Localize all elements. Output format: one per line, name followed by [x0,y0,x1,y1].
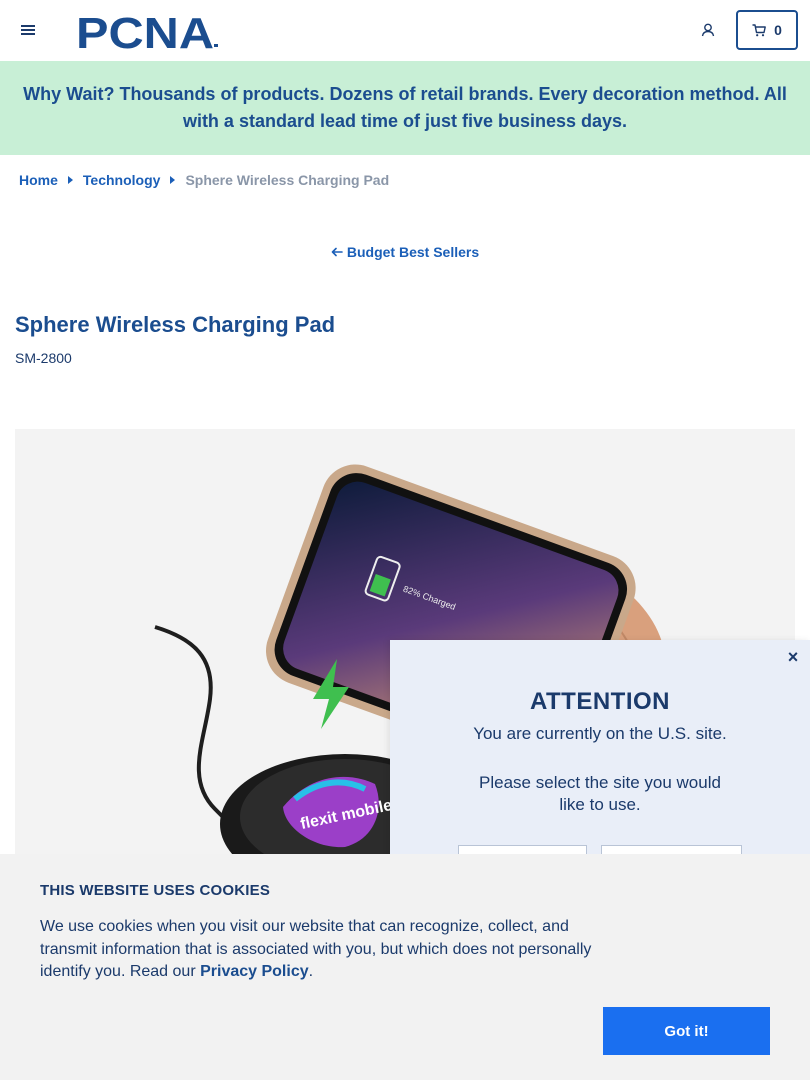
user-icon [701,23,715,37]
back-link-label: Budget Best Sellers [346,244,480,260]
cookie-text-body: We use cookies when you visit our websit… [40,918,592,980]
site-header: PCNA 0 [0,0,810,61]
modal-message: You are currently on the U.S. site. [473,724,727,743]
cookie-text-end: . [308,963,314,980]
back-link-container: Budget Best Sellers [0,244,810,260]
arrow-left-icon [331,247,343,257]
modal-prompt: Please select the site you would like to… [479,773,721,814]
account-button[interactable] [696,18,720,42]
close-icon[interactable]: × [786,648,800,666]
cookie-heading: THIS WEBSITE USES COOKIES [40,882,271,899]
privacy-policy-link[interactable]: Privacy Policy [200,963,309,980]
cart-count: 0 [774,22,782,38]
promo-banner: Why Wait? Thousands of products. Dozens … [0,61,810,155]
breadcrumb-caret-icon [170,176,176,184]
back-link[interactable]: Budget Best Sellers [331,244,479,260]
product-title: Sphere Wireless Charging Pad [15,312,336,337]
got-it-button[interactable]: Got it! [603,1007,770,1055]
cookie-text: We use cookies when you visit our websit… [40,916,605,984]
hamburger-icon [21,25,35,35]
pcna-logo[interactable]: PCNA [76,9,226,58]
logo-text: PCNA [76,10,214,52]
cookie-banner: THIS WEBSITE USES COOKIES We use cookies… [0,854,810,1080]
breadcrumb-technology[interactable]: Technology [83,172,161,188]
breadcrumb-current: Sphere Wireless Charging Pad [185,172,390,188]
menu-button[interactable] [16,18,40,42]
product-sku: SM-2800 [15,350,72,366]
cart-icon [752,23,766,36]
breadcrumb: Home Technology Sphere Wireless Charging… [19,172,389,188]
breadcrumb-home[interactable]: Home [19,172,58,188]
page: PCNA 0 Why Wait? Thousands of products. … [0,0,810,1080]
promo-text: Why Wait? Thousands of products. Dozens … [23,84,787,131]
breadcrumb-caret-icon [67,176,73,184]
cart-button[interactable]: 0 [736,10,798,50]
modal-heading: ATTENTION [529,688,671,715]
